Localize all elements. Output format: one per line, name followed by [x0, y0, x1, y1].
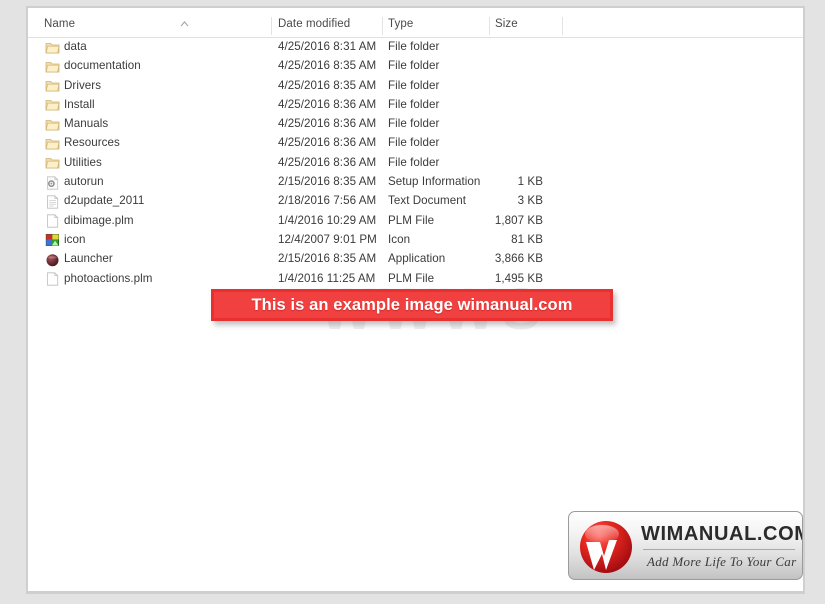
file-row[interactable]: dibimage.plm 1/4/2016 10:29 AM PLM File 1,8…: [28, 212, 803, 231]
file-date-modified-cell: 4/25/2016 8:36 AM: [278, 117, 377, 131]
page-background: Name Date modified Type Size data 4/25/20…: [0, 0, 825, 604]
file-row[interactable]: Drivers 4/25/2016 8:35 AM File folder: [28, 77, 803, 96]
file-date-modified-cell: 4/25/2016 8:35 AM: [278, 59, 377, 73]
folder-icon: [45, 137, 60, 151]
file-date-modified-cell: 4/25/2016 8:31 AM: [278, 40, 377, 53]
file-type-cell: File folder: [388, 155, 440, 169]
file-type-cell: File folder: [388, 40, 440, 53]
blank-document-icon: [45, 272, 60, 286]
text-document-icon: [45, 194, 60, 209]
file-row[interactable]: d2update_2011 2/18/2016 7:56 AM Text Docum…: [28, 192, 803, 211]
file-date-modified-cell: 4/25/2016 8:36 AM: [278, 97, 377, 111]
image-icon: [45, 233, 60, 247]
file-type-cell: Icon: [388, 232, 411, 246]
file-row[interactable]: icon 12/4/2007 9:01 PM Icon 81 KB: [28, 231, 803, 250]
file-type-cell: File folder: [388, 97, 440, 111]
folder-icon: [45, 156, 60, 170]
file-date-modified-cell: 4/25/2016 8:36 AM: [278, 155, 377, 169]
file-type-cell: PLM File: [388, 213, 435, 227]
file-size-cell: 3,866 KB: [494, 252, 543, 266]
file-name-cell[interactable]: Launcher: [64, 252, 113, 265]
wimanual-logo-badge[interactable]: WIMANUAL.COM Add More Life To Your Car: [568, 511, 803, 580]
column-header-name[interactable]: Name: [44, 18, 75, 30]
folder-icon: [45, 41, 60, 55]
file-date-modified-cell: 12/4/2007 9:01 PM: [278, 232, 377, 246]
file-row[interactable]: documentation 4/25/2016 8:35 AM File folde…: [28, 57, 803, 76]
file-size-cell: 1,807 KB: [494, 213, 543, 227]
file-date-modified-cell: 4/25/2016 8:35 AM: [278, 78, 377, 92]
folder-icon: [45, 60, 60, 74]
file-name-cell[interactable]: Install: [64, 98, 95, 111]
column-header-date-modified[interactable]: Date modified: [278, 18, 350, 30]
file-name-cell[interactable]: Resources: [64, 136, 120, 149]
file-date-modified-cell: 2/15/2016 8:35 AM: [278, 252, 377, 266]
file-name-cell[interactable]: autorun: [64, 175, 104, 188]
file-size-cell: 81 KB: [511, 232, 543, 246]
column-divider-date[interactable]: [382, 17, 383, 35]
file-explorer-panel: Name Date modified Type Size data 4/25/20…: [28, 8, 803, 591]
application-icon: [45, 253, 60, 267]
file-type-cell: File folder: [388, 117, 440, 131]
file-row[interactable]: Utilities 4/25/2016 8:36 AM File folder: [28, 154, 803, 173]
logo-divider-rule: [643, 549, 795, 550]
example-image-banner-text: This is an example image wimanual.com: [251, 296, 573, 314]
sort-ascending-chevron-icon: [180, 21, 189, 27]
file-name-cell[interactable]: photoactions.plm: [64, 272, 152, 285]
file-row[interactable]: autorun 2/15/2016 8:35 AM Setup Informatio…: [28, 173, 803, 192]
wimanual-w-logo-icon: [577, 518, 635, 576]
file-type-cell: File folder: [388, 78, 440, 92]
file-date-modified-cell: 2/15/2016 8:35 AM: [278, 175, 377, 189]
file-row[interactable]: Install 4/25/2016 8:36 AM File folder: [28, 96, 803, 115]
column-header-type[interactable]: Type: [388, 18, 413, 30]
file-name-cell[interactable]: documentation: [64, 59, 141, 72]
example-image-banner: This is an example image wimanual.com: [211, 289, 613, 321]
file-row[interactable]: Resources 4/25/2016 8:36 AM File folder: [28, 134, 803, 153]
file-name-cell[interactable]: data: [64, 40, 87, 53]
file-name-cell[interactable]: icon: [64, 233, 85, 246]
file-row[interactable]: data 4/25/2016 8:31 AM File folder: [28, 38, 803, 57]
file-type-cell: Application: [388, 252, 446, 266]
file-date-modified-cell: 1/4/2016 10:29 AM: [278, 213, 377, 227]
file-list[interactable]: data 4/25/2016 8:31 AM File folder document…: [28, 38, 803, 289]
file-type-cell: File folder: [388, 59, 440, 73]
blank-document-icon: [45, 214, 60, 228]
column-divider-type[interactable]: [489, 17, 490, 35]
file-row[interactable]: Manuals 4/25/2016 8:36 AM File folder: [28, 115, 803, 134]
file-size-cell: 3 KB: [517, 194, 543, 208]
column-divider-size[interactable]: [562, 17, 563, 35]
file-name-cell[interactable]: Utilities: [64, 156, 102, 169]
file-size-cell: 1 KB: [517, 175, 543, 189]
column-header-row: Name Date modified Type Size: [28, 15, 803, 38]
gear-document-icon: [45, 175, 60, 190]
file-name-cell[interactable]: Drivers: [64, 79, 101, 92]
file-name-cell[interactable]: dibimage.plm: [64, 214, 134, 227]
file-type-cell: File folder: [388, 136, 440, 150]
wimanual-tagline: Add More Life To Your Car: [647, 554, 797, 569]
file-name-cell[interactable]: Manuals: [64, 117, 108, 130]
column-header-size[interactable]: Size: [495, 18, 518, 30]
file-row[interactable]: Launcher 2/15/2016 8:35 AM Application 3,86…: [28, 250, 803, 269]
folder-icon: [45, 98, 60, 112]
folder-icon: [45, 79, 60, 93]
wimanual-wordmark: WIMANUAL.COM: [641, 523, 803, 545]
column-divider-name[interactable]: [271, 17, 272, 35]
file-date-modified-cell: 4/25/2016 8:36 AM: [278, 136, 377, 150]
file-name-cell[interactable]: d2update_2011: [64, 194, 144, 207]
folder-icon: [45, 118, 60, 132]
file-date-modified-cell: 2/18/2016 7:56 AM: [278, 194, 377, 208]
